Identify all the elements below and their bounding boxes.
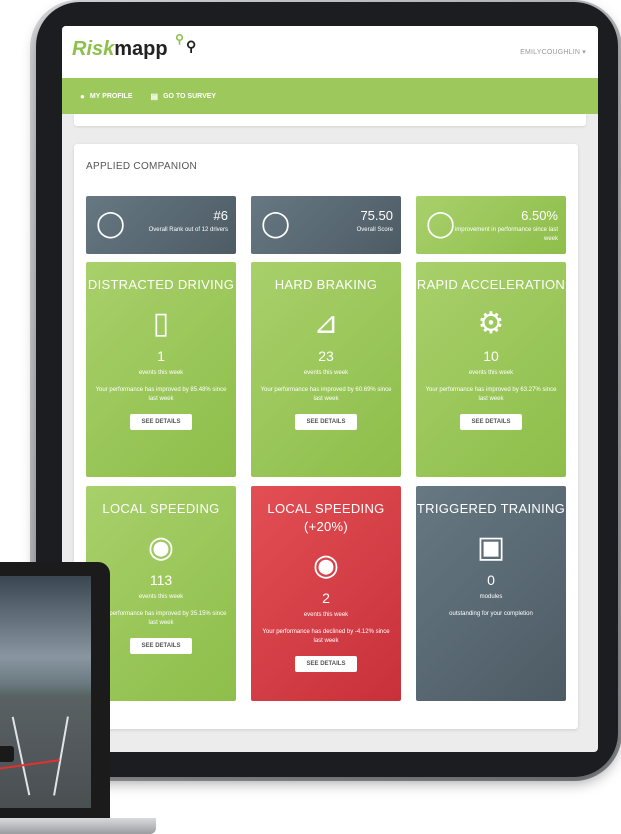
logo-text-risk: Risk: [72, 38, 115, 60]
tile-hard-braking: HARD BRAKING ⊿ 23 events this week Your …: [251, 262, 401, 477]
tile-count: 1: [157, 348, 165, 364]
tile-local-speeding-20: LOCAL SPEEDING (+20%) ◉ 2 events this we…: [251, 486, 401, 701]
stat-caption: improvement in performance since last we…: [454, 227, 558, 242]
tile-title: LOCAL SPEEDING: [102, 501, 220, 516]
tile-performance: Your performance has declined by -4.12% …: [262, 629, 390, 644]
stat-value: #6: [213, 208, 228, 223]
tile-title: RAPID ACCELERATION: [416, 277, 566, 292]
stat-card-score: ◯ 75.50 Overall Score: [251, 196, 401, 254]
laptop-device: [0, 562, 110, 820]
tile-label: events this week: [138, 370, 184, 376]
car-shape: [0, 746, 14, 762]
nav-label: MY PROFILE: [89, 92, 133, 100]
see-details-button[interactable]: SEE DETAILS: [459, 414, 523, 430]
tile-rapid-acceleration: RAPID ACCELERATION ⚙ 10 events this week…: [416, 262, 566, 477]
tile-performance: Your performance has improved by 63.27% …: [425, 387, 557, 402]
nav-label: GO TO SURVEY: [163, 92, 217, 100]
laptop-base: [0, 818, 156, 834]
stat-value: 6.50%: [521, 208, 558, 223]
tile-count: 23: [318, 348, 334, 364]
see-details-button[interactable]: SEE DETAILS: [294, 414, 358, 430]
tile-title: TRIGGERED TRAINING: [416, 501, 566, 516]
stat-card-rank: ◯ #6 Overall Rank out of 12 drivers: [86, 196, 236, 254]
see-details-button[interactable]: SEE DETAILS: [129, 414, 193, 430]
tile-label: events this week: [468, 370, 514, 376]
stat-value: 75.50: [360, 208, 393, 223]
speeding-car-icon: ◉: [147, 531, 175, 564]
calendar-icon: ▣: [476, 531, 506, 564]
panel-title: APPLIED COMPANION: [86, 161, 198, 172]
app-logo[interactable]: Riskmapp ⚲ ⚲: [72, 32, 197, 61]
tile-title: LOCAL SPEEDING (+20%): [267, 501, 385, 534]
companion-panel: APPLIED COMPANION ◯ #6 Overall Rank out …: [74, 144, 578, 729]
tile-count: 0: [487, 572, 495, 588]
user-menu[interactable]: EMILYCOUGHLIN ▾: [520, 48, 586, 56]
nav-go-to-survey[interactable]: ▤ GO TO SURVEY: [151, 92, 217, 101]
top-navbar: ● MY PROFILE ▤ GO TO SURVEY: [62, 78, 598, 114]
tile-performance: Your performance has improved by 60.69% …: [260, 387, 392, 402]
tile-label: modules: [479, 594, 503, 600]
app-header: Riskmapp ⚲ ⚲ EMILYCOUGHLIN ▾: [62, 26, 598, 78]
logo-text-mapp: mapp: [114, 38, 168, 60]
tile-distracted-driving: DISTRACTED DRIVING ▯ 1 events this week …: [86, 262, 236, 477]
tile-performance: Your performance has improved by 35.15% …: [95, 611, 227, 626]
see-details-button[interactable]: SEE DETAILS: [129, 638, 193, 654]
tile-label: events this week: [303, 612, 349, 618]
tile-title: DISTRACTED DRIVING: [87, 277, 235, 292]
stat-card-improvement: ◯ 6.50% improvement in performance since…: [416, 196, 566, 254]
app-screen: Riskmapp ⚲ ⚲ EMILYCOUGHLIN ▾ ● MY PROFILE…: [62, 26, 598, 752]
tile-performance: Your performance has improved by 85.48% …: [95, 387, 227, 402]
wheel-icon: ⚙: [477, 307, 505, 340]
driving-video-thumbnail: [0, 576, 91, 808]
brake-pedal-icon: ⊿: [313, 307, 339, 340]
speeding-car-icon: ◉: [312, 549, 340, 582]
tile-count: 2: [322, 590, 330, 606]
tile-performance: outstanding for your completion: [449, 611, 533, 617]
stat-caption: Overall Score: [356, 227, 393, 233]
location-pin-icon: ⚲ ⚲: [175, 32, 197, 54]
phone-icon: ▯: [152, 307, 170, 340]
person-icon: ●: [80, 91, 85, 101]
nav-my-profile[interactable]: ● MY PROFILE: [80, 92, 133, 101]
see-details-button[interactable]: SEE DETAILS: [294, 656, 358, 672]
tile-title: HARD BRAKING: [274, 277, 378, 292]
list-icon: ▤: [150, 91, 159, 101]
tile-label: events this week: [303, 370, 349, 376]
tile-count: 10: [483, 348, 499, 364]
stat-caption: Overall Rank out of 12 drivers: [148, 227, 228, 233]
tile-triggered-training: TRIGGERED TRAINING ▣ 0 modules outstandi…: [416, 486, 566, 701]
collapsed-card-strip: [74, 114, 586, 126]
